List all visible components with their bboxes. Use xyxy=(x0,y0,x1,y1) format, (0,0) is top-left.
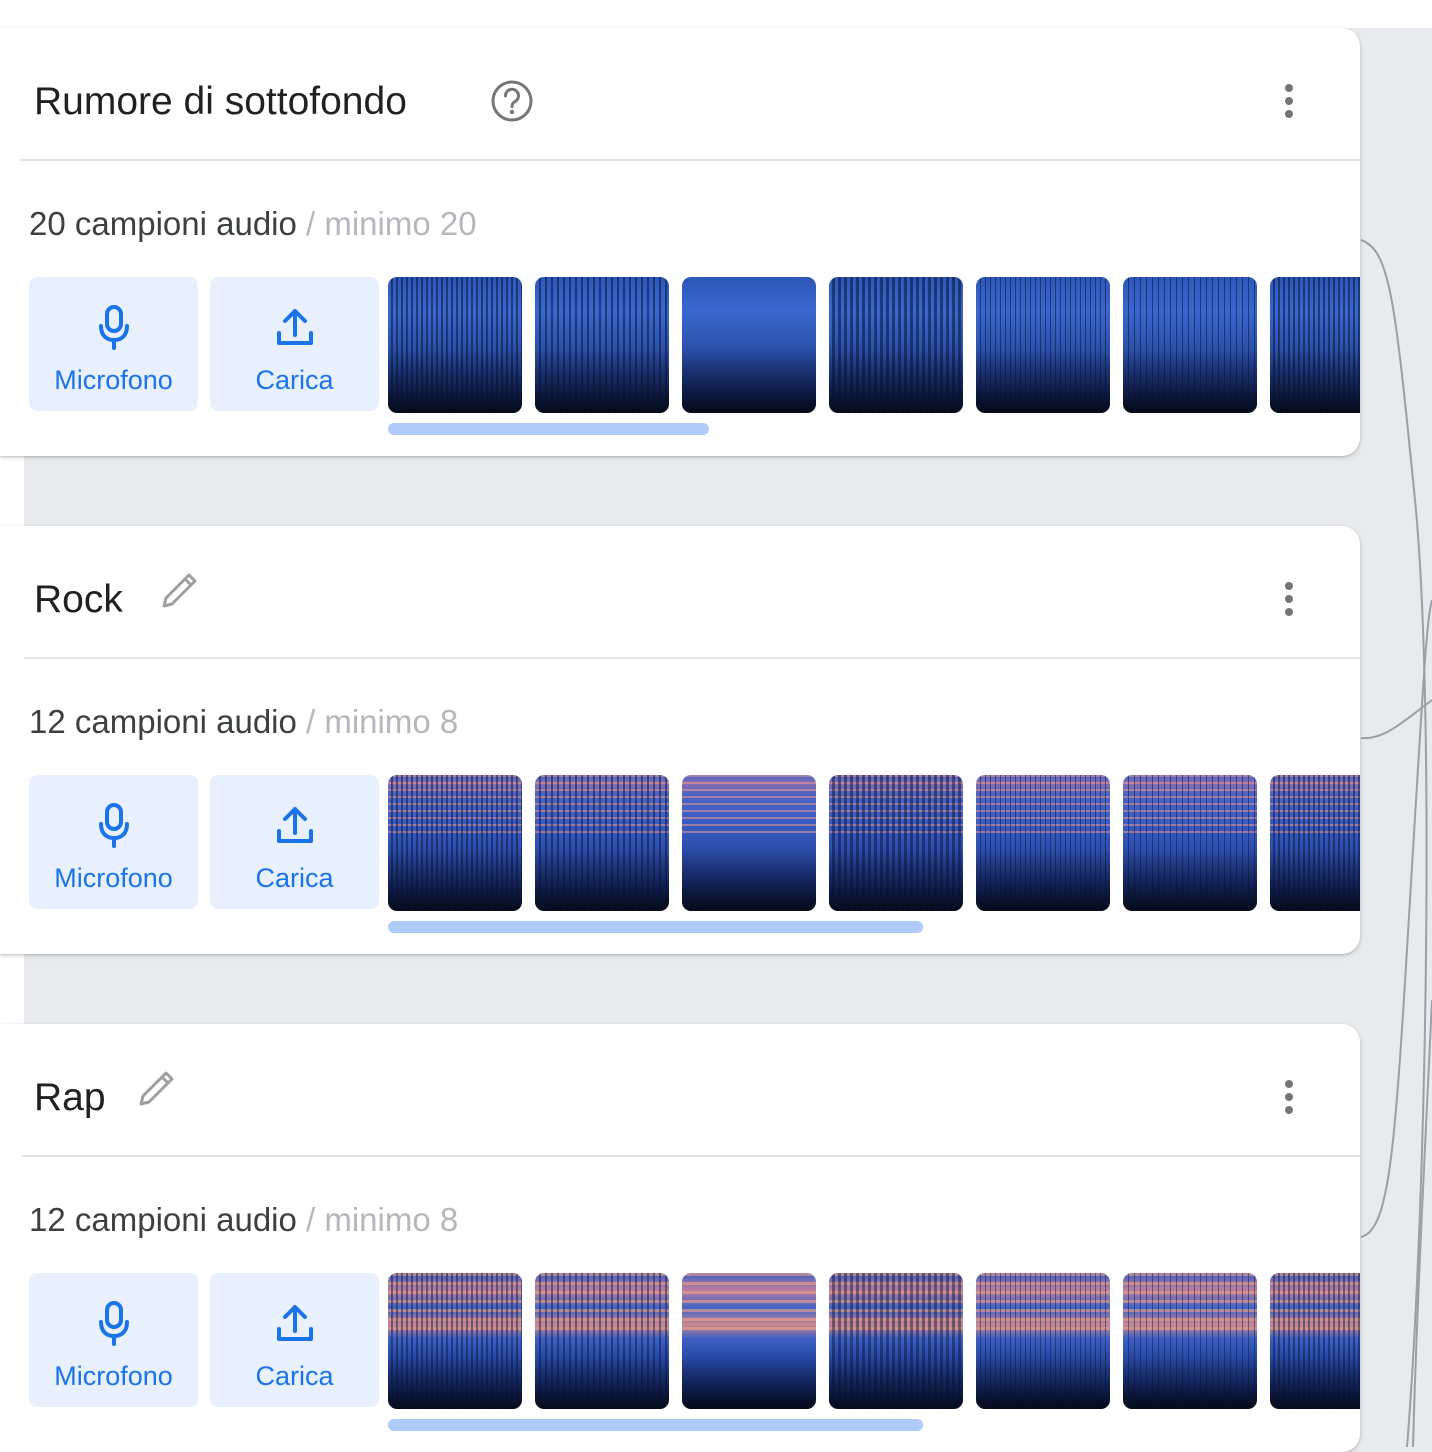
audio-sample-thumbnail[interactable] xyxy=(1270,775,1360,911)
sample-strip[interactable] xyxy=(388,277,1360,413)
audio-sample-thumbnail[interactable] xyxy=(388,277,522,413)
audio-sample-thumbnail[interactable] xyxy=(682,277,816,413)
pencil-icon[interactable] xyxy=(156,568,202,614)
card-header: Rock xyxy=(0,526,1360,657)
microphone-label: Microfono xyxy=(54,863,173,893)
card-header: Rap xyxy=(0,1024,1360,1155)
more-vert-icon[interactable] xyxy=(1276,80,1302,126)
upload-icon xyxy=(277,1305,313,1341)
upload-label: Carica xyxy=(255,365,334,395)
audio-sample-thumbnail[interactable] xyxy=(829,775,963,911)
microphone-label: Microfono xyxy=(54,365,173,395)
more-vert-icon[interactable] xyxy=(1276,578,1302,624)
more-vert-icon[interactable] xyxy=(1276,1076,1302,1122)
upload-button[interactable]: Carica xyxy=(210,1273,379,1407)
class-card-background-noise: Rumore di sottofondo 20 campioni audio /… xyxy=(0,28,1360,456)
audio-sample-thumbnail[interactable] xyxy=(1123,1273,1257,1409)
microphone-icon xyxy=(99,803,129,848)
sample-count-text: 12 campioni audio xyxy=(29,703,297,740)
card-header: Rumore di sottofondo xyxy=(0,28,1360,159)
top-bar xyxy=(0,0,1432,28)
sample-count-text: 12 campioni audio xyxy=(29,1201,297,1238)
upload-button[interactable]: Carica xyxy=(210,277,379,411)
upload-label: Carica xyxy=(255,863,334,893)
sample-count: 12 campioni audio / minimo 8 xyxy=(29,1200,458,1240)
help-circle-icon[interactable] xyxy=(489,78,535,124)
upload-button[interactable]: Carica xyxy=(210,775,379,909)
sample-minimum-text: / minimo 8 xyxy=(296,1201,459,1238)
class-title[interactable]: Rock xyxy=(34,576,123,624)
audio-sample-thumbnail[interactable] xyxy=(1123,775,1257,911)
audio-sample-thumbnail[interactable] xyxy=(388,1273,522,1409)
audio-sample-thumbnail[interactable] xyxy=(535,277,669,413)
audio-sample-thumbnail[interactable] xyxy=(976,277,1110,413)
audio-sample-thumbnail[interactable] xyxy=(829,1273,963,1409)
class-title[interactable]: Rap xyxy=(34,1074,106,1122)
microphone-icon xyxy=(99,1301,129,1346)
upload-icon xyxy=(277,309,313,345)
audio-sample-thumbnail[interactable] xyxy=(535,775,669,911)
sample-minimum-text: / minimo 8 xyxy=(296,703,459,740)
pencil-icon[interactable] xyxy=(133,1066,179,1112)
divider xyxy=(22,1155,1360,1157)
sample-strip[interactable] xyxy=(388,1273,1360,1409)
microphone-label: Microfono xyxy=(54,1361,173,1391)
class-card-rap: Rap 12 campioni audio / minimo 8 Microfo… xyxy=(0,1024,1360,1452)
audio-sample-thumbnail[interactable] xyxy=(829,277,963,413)
sample-scrollbar[interactable] xyxy=(388,921,923,933)
sample-scrollbar[interactable] xyxy=(388,423,709,435)
audio-sample-thumbnail[interactable] xyxy=(682,1273,816,1409)
divider xyxy=(20,159,1360,161)
sample-count: 20 campioni audio / minimo 20 xyxy=(29,204,477,244)
divider xyxy=(24,657,1360,659)
audio-sample-thumbnail[interactable] xyxy=(1270,1273,1360,1409)
connector-lines xyxy=(1360,239,1432,1447)
sample-minimum-text: / minimo 20 xyxy=(296,205,477,242)
microphone-button[interactable]: Microfono xyxy=(29,277,198,411)
upload-icon xyxy=(277,807,313,843)
audio-sample-thumbnail[interactable] xyxy=(388,775,522,911)
sample-strip[interactable] xyxy=(388,775,1360,911)
microphone-button[interactable]: Microfono xyxy=(29,775,198,909)
audio-sample-thumbnail[interactable] xyxy=(976,775,1110,911)
audio-sample-thumbnail[interactable] xyxy=(976,1273,1110,1409)
audio-sample-thumbnail[interactable] xyxy=(1270,277,1360,413)
audio-sample-thumbnail[interactable] xyxy=(1123,277,1257,413)
sample-scrollbar[interactable] xyxy=(388,1419,923,1431)
audio-sample-thumbnail[interactable] xyxy=(535,1273,669,1409)
class-card-rock: Rock 12 campioni audio / minimo 8 Microf… xyxy=(0,526,1360,954)
microphone-icon xyxy=(99,305,129,350)
sample-count: 12 campioni audio / minimo 8 xyxy=(29,702,458,742)
sample-count-text: 20 campioni audio xyxy=(29,205,297,242)
audio-sample-thumbnail[interactable] xyxy=(682,775,816,911)
upload-label: Carica xyxy=(255,1361,334,1391)
microphone-button[interactable]: Microfono xyxy=(29,1273,198,1407)
class-title: Rumore di sottofondo xyxy=(34,80,407,123)
